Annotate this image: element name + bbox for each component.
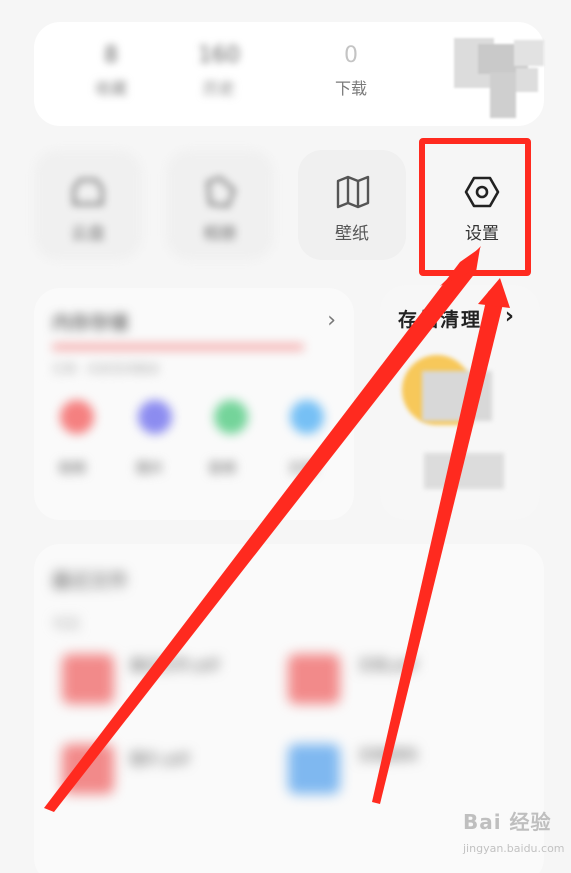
annotation-arrows	[44, 246, 510, 812]
arrow-left	[44, 248, 480, 812]
baidu-watermark: Bai 经验	[463, 810, 552, 834]
arrow-right-head	[478, 278, 510, 308]
file-manager-profile-page: 8 收藏 160 历史 0 下载 云盘 相册 壁纸 设置 内存存储 已用 · 内…	[0, 0, 571, 873]
baidu-watermark-url: jingyan.baidu.com	[463, 842, 565, 855]
